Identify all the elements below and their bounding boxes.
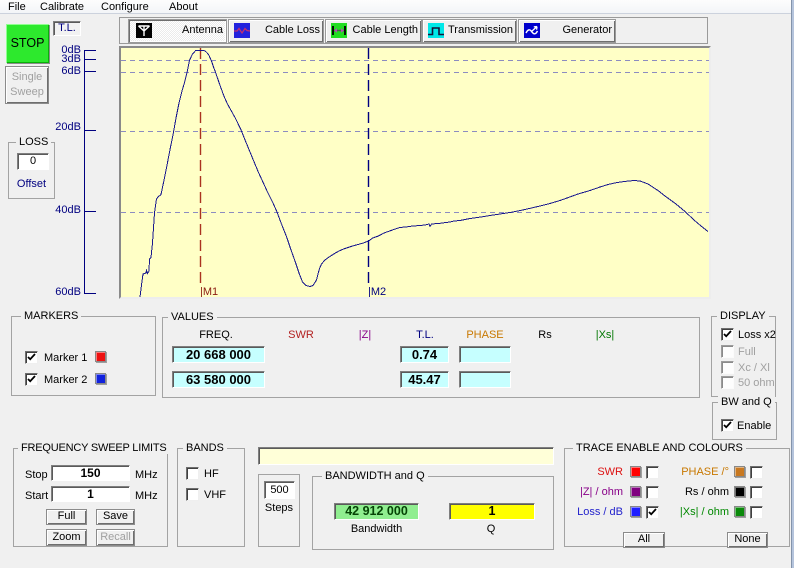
- svg-text:|M2: |M2: [368, 286, 386, 297]
- svg-text:|M1: |M1: [200, 286, 218, 297]
